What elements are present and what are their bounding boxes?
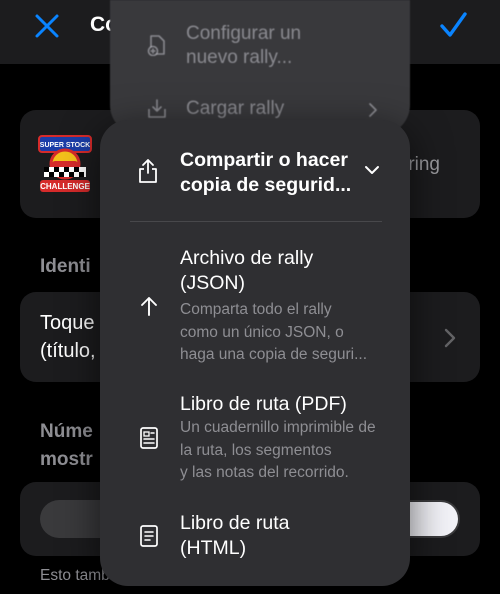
- new-document-icon: [147, 35, 165, 56]
- document-text-icon: [140, 525, 158, 547]
- json-sub-3: haga una copia de seguri...: [180, 346, 367, 363]
- share-title-line1: Compartir o hacer: [180, 149, 348, 171]
- context-menu-parent: Configurar un nuevo rally... Cargar rall…: [110, 0, 410, 135]
- menu-separator: [130, 221, 382, 222]
- share-submenu-header[interactable]: Compartir o hacer copia de segurid...: [100, 120, 410, 220]
- json-label-line1: Archivo de rally: [180, 247, 314, 269]
- menu-item-configure-line2: nuevo rally...: [186, 47, 293, 68]
- download-tray-icon: [148, 99, 166, 118]
- share-title-line2: copia de segurid...: [180, 174, 352, 196]
- screen: Co SUPER STOCK CHALLENGE ring Identi Toq…: [0, 0, 500, 594]
- pdf-sub-3: y las notas del recorrido.: [180, 464, 349, 481]
- menu-item-route-book-html[interactable]: Libro de ruta (HTML): [100, 511, 410, 563]
- html-label-line2: (HTML): [180, 537, 247, 559]
- section-header-number: Núme mostr: [40, 418, 93, 474]
- pdf-label: Libro de ruta (PDF): [180, 393, 347, 415]
- chevron-right-icon: [444, 328, 456, 348]
- json-sub-2: como un único JSON, o: [180, 323, 344, 341]
- html-label-line1: Libro de ruta: [180, 512, 290, 534]
- svg-text:SUPER STOCK: SUPER STOCK: [40, 142, 90, 149]
- json-label-line2: (JSON): [180, 272, 245, 294]
- menu-item-configure-rally[interactable]: Configurar un nuevo rally...: [110, 22, 410, 72]
- close-icon[interactable]: [33, 12, 61, 40]
- share-submenu-title: Compartir o hacer copia de segurid...: [180, 148, 380, 198]
- chevron-right-icon: [369, 103, 377, 117]
- title-row-line1: Toque: [40, 312, 95, 334]
- checkmark-icon[interactable]: [438, 10, 468, 40]
- section-number-line2: mostr: [40, 449, 93, 470]
- svg-text:CHALLENGE: CHALLENGE: [40, 182, 90, 191]
- arrow-up-icon: [141, 297, 157, 316]
- share-submenu: Compartir o hacer copia de segurid... Ar…: [100, 120, 410, 586]
- section-number-line1: Núme: [40, 421, 93, 442]
- share-icon: [139, 159, 157, 183]
- json-sub-1: Comparta todo el rally: [180, 301, 332, 318]
- title-row-line2: (título,: [40, 340, 96, 362]
- pdf-sub-1: Un cuadernillo imprimible de: [180, 419, 376, 436]
- menu-item-rally-file-json[interactable]: Archivo de rally (JSON) Comparta todo el…: [100, 246, 410, 366]
- json-description: Comparta todo el rally como un único JSO…: [180, 299, 390, 367]
- menu-item-configure-line1: Configurar un: [186, 23, 302, 44]
- rally-logo: SUPER STOCK CHALLENGE: [38, 135, 92, 192]
- chevron-down-icon: [365, 166, 379, 174]
- menu-item-route-book-pdf[interactable]: Libro de ruta (PDF) Un cuadernillo impri…: [100, 392, 410, 488]
- document-image-icon: [140, 427, 158, 449]
- pdf-sub-2: la ruta, los segmentos: [180, 441, 332, 459]
- rally-side-text: ring: [408, 154, 440, 175]
- section-header-identity: Identi: [40, 256, 91, 277]
- menu-item-load-label: Cargar rally: [186, 98, 285, 119]
- pdf-description: Un cuadernillo imprimible de la ruta, lo…: [180, 417, 390, 485]
